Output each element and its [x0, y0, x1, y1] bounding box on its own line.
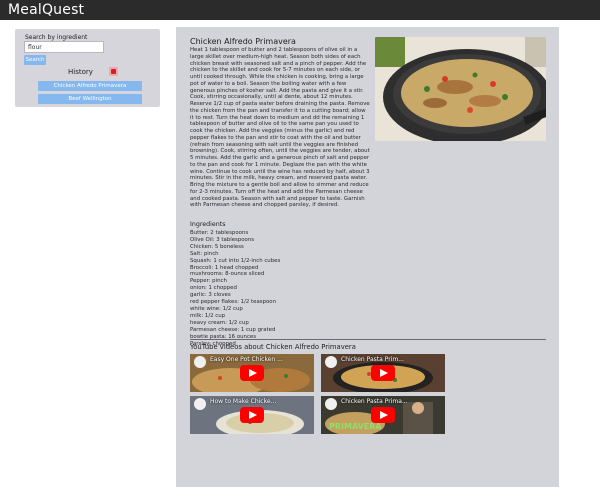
ingredient-item: mushrooms: 8-ounce sliced: [190, 271, 265, 278]
ingredients-list: Butter: 2 tablespoons Olive Oil: 3 table…: [190, 230, 390, 347]
play-icon[interactable]: [371, 407, 395, 423]
recipe-image: [375, 37, 546, 141]
ingredient-item: Broccoli: 1 head chopped: [190, 264, 259, 271]
video-thumbnail-2[interactable]: Chicken Pasta Prim...: [321, 354, 445, 392]
video-thumbnail-4[interactable]: Chicken Pasta Prima... PRIMAVERA: [321, 396, 445, 434]
ingredient-item: Salt: pinch: [190, 250, 219, 257]
ingredient-item: Parmesan cheese: 1 cup grated: [190, 326, 276, 333]
video-caption: Easy One Pot Chicken ...: [210, 356, 283, 363]
search-sidebar: Search by ingredient Search History Chic…: [15, 29, 160, 107]
ingredient-item: garlic: 3 cloves: [190, 292, 231, 299]
videos-heading: YouTube videos about Chicken Alfredo Pri…: [190, 343, 356, 351]
ingredient-item: Squash: 1 cut into 1/2-inch cubes: [190, 257, 281, 264]
ingredients-heading: Ingredients: [190, 221, 226, 228]
channel-avatar: [325, 356, 337, 368]
video-thumbnail-3[interactable]: How to Make Chicke...: [190, 396, 314, 434]
clear-history-icon[interactable]: [109, 67, 118, 76]
ingredient-item: Pepper: pinch: [190, 278, 227, 285]
video-caption: Chicken Pasta Prim...: [341, 356, 404, 363]
ingredient-item: milk: 1/2 cup: [190, 312, 226, 319]
section-divider: [190, 339, 546, 340]
ingredient-item: Olive Oil: 3 tablespoons: [190, 236, 255, 243]
ingredient-item: onion: 1 chopped: [190, 285, 237, 292]
ingredient-item: white wine: 1/2 cup: [190, 305, 243, 312]
play-icon[interactable]: [240, 407, 264, 423]
search-label: Search by ingredient: [25, 34, 88, 41]
search-button[interactable]: Search: [24, 55, 46, 65]
ingredient-item: Chicken: 5 boneless: [190, 243, 244, 250]
play-icon[interactable]: [240, 365, 264, 381]
video-caption: Chicken Pasta Prima...: [341, 398, 408, 405]
ingredient-item: Butter: 2 tablespoons: [190, 230, 249, 236]
recipe-panel: Chicken Alfredo Primavera Heat 1 tablesp…: [176, 27, 559, 487]
video-overlay-text: PRIMAVERA: [329, 422, 382, 431]
history-item-beef-wellington[interactable]: Beef Wellington: [38, 94, 142, 104]
video-caption: How to Make Chicke...: [210, 398, 277, 405]
ingredient-item: heavy cream: 1/2 cup: [190, 319, 249, 326]
play-icon[interactable]: [371, 365, 395, 381]
app-title: MealQuest: [8, 2, 85, 18]
video-thumbnail-1[interactable]: Easy One Pot Chicken ...: [190, 354, 314, 392]
history-label: History: [68, 68, 93, 76]
channel-avatar: [325, 398, 337, 410]
channel-avatar: [194, 398, 206, 410]
top-bar: MealQuest: [0, 0, 600, 20]
ingredient-item: red pepper flakes: 1/2 teaspoon: [190, 299, 277, 306]
recipe-instructions: Heat 1 tablespoon of butter and 2 tables…: [190, 47, 370, 209]
ingredient-search-input[interactable]: [24, 41, 104, 53]
recipe-title: Chicken Alfredo Primavera: [190, 37, 296, 46]
history-item-chicken-alfredo[interactable]: Chicken Alfredo Primavera: [38, 81, 142, 91]
channel-avatar: [194, 356, 206, 368]
